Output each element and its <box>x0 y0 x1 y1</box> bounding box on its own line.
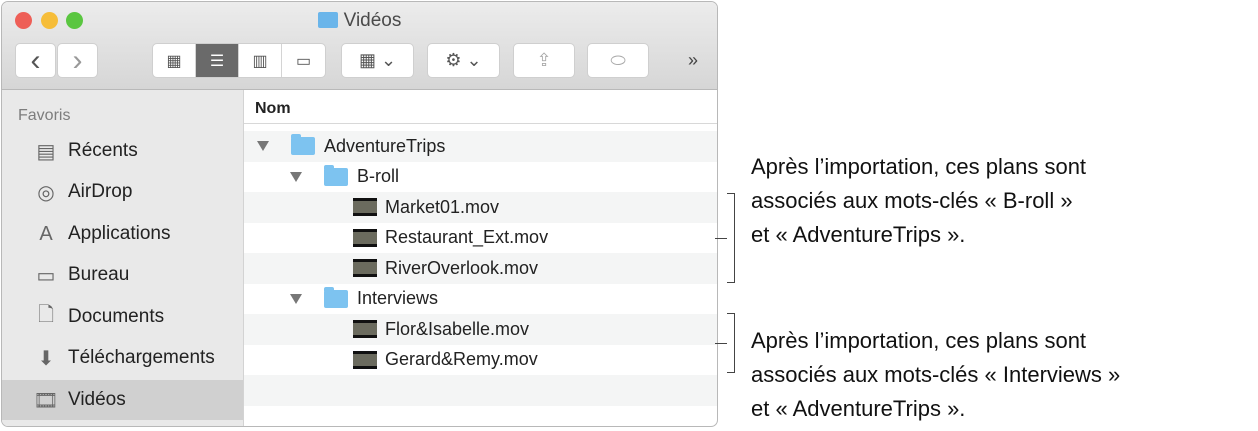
annotation-broll: Après l’importation, ces plans sont asso… <box>751 150 1086 252</box>
bracket-broll <box>715 193 735 283</box>
list-item[interactable]: B-roll <box>244 162 717 193</box>
window-title: Vidéos <box>343 10 402 31</box>
icon-view-button[interactable]: ▦ <box>153 44 196 77</box>
list-item[interactable]: RiverOverlook.mov <box>244 253 717 284</box>
list-item[interactable]: Gerard&Remy.mov <box>244 345 717 376</box>
sidebar-item-desktop[interactable]: ▭ Bureau <box>2 255 243 295</box>
sidebar-heading: Favoris <box>18 107 71 124</box>
more-button[interactable]: » <box>688 50 698 71</box>
annotation-line: et « AdventureTrips ». <box>751 396 966 421</box>
movie-thumbnail-icon <box>353 198 377 217</box>
movie-thumbnail-icon <box>353 320 377 339</box>
disclosure-triangle-icon[interactable] <box>257 141 269 152</box>
file-name: Market01.mov <box>385 196 500 217</box>
share-icon: ⇪ <box>536 50 552 70</box>
tag-button[interactable]: ⬭ <box>587 43 649 78</box>
file-name: RiverOverlook.mov <box>385 257 539 278</box>
folder-icon <box>324 286 348 308</box>
recents-icon: ▤ <box>36 140 56 163</box>
sidebar-item-label: Vidéos <box>68 389 126 410</box>
disclosure-triangle-icon[interactable] <box>290 293 302 304</box>
file-name: Interviews <box>357 288 439 309</box>
folder-icon <box>291 134 315 156</box>
toolbar: Vidéos ‹ › ▦ ☰ ▥ ▭ ▦ ⌄ ⚙ ⌄ ⇪ ⬭ » <box>2 2 717 90</box>
file-name: B-roll <box>357 166 400 187</box>
annotation-line: associés aux mots-clés « B-roll » <box>751 188 1073 213</box>
sidebar-item-downloads[interactable]: ⬇ Téléchargements <box>2 338 243 378</box>
sidebar-item-label: Documents <box>68 306 165 327</box>
sidebar-item-label: Bureau <box>68 264 130 285</box>
list-item[interactable]: Restaurant_Ext.mov <box>244 223 717 254</box>
movie-thumbnail-icon <box>353 228 377 247</box>
file-name: Flor&Isabelle.mov <box>385 318 530 339</box>
movies-icon: 🎞 <box>33 389 59 412</box>
annotation-interviews: Après l’importation, ces plans sont asso… <box>751 324 1120 426</box>
annotation-line: Après l’importation, ces plans sont <box>751 154 1087 179</box>
documents-icon: 🗋 <box>37 304 55 326</box>
file-name: AdventureTrips <box>324 135 446 156</box>
tag-icon: ⬭ <box>610 50 626 70</box>
gallery-view-button[interactable]: ▭ <box>282 44 325 77</box>
movie-thumbnail-icon <box>353 350 377 369</box>
action-button[interactable]: ⚙ ⌄ <box>427 43 500 78</box>
sidebar-item-movies[interactable]: 🎞 Vidéos <box>2 380 243 420</box>
group-button[interactable]: ▦ ⌄ <box>341 43 414 78</box>
sidebar: Favoris ▤ Récents ◎ AirDrop A Applications … <box>2 90 244 426</box>
forward-button[interactable]: › <box>57 43 98 78</box>
annotation-line: et « AdventureTrips ». <box>751 222 966 247</box>
sidebar-item-applications[interactable]: A Applications <box>2 214 243 254</box>
list-item[interactable]: Flor&Isabelle.mov <box>244 314 717 345</box>
back-button[interactable]: ‹ <box>15 43 56 78</box>
chevron-down-icon: ⌄ <box>380 50 397 70</box>
sidebar-item-label: AirDrop <box>68 181 133 202</box>
sidebar-item-recents[interactable]: ▤ Récents <box>2 131 243 171</box>
file-name: Restaurant_Ext.mov <box>385 227 549 248</box>
share-button[interactable]: ⇪ <box>513 43 575 78</box>
file-list: Nom AdventureTrips B-roll Market01.mov Rest… <box>244 90 717 426</box>
list-item[interactable]: AdventureTrips <box>244 131 717 162</box>
column-view-button[interactable]: ▥ <box>239 44 282 77</box>
sidebar-item-label: Récents <box>68 140 138 161</box>
bracket-interviews <box>715 313 735 373</box>
empty-row <box>244 375 717 406</box>
disclosure-triangle-icon[interactable] <box>290 171 302 182</box>
movies-folder-icon <box>317 12 338 28</box>
sidebar-item-label: Applications <box>68 223 171 244</box>
column-header-name[interactable]: Nom <box>244 90 717 124</box>
airdrop-icon: ◎ <box>37 181 55 204</box>
sidebar-item-documents[interactable]: 🗋 Documents <box>2 297 243 337</box>
sidebar-item-airdrop[interactable]: ◎ AirDrop <box>2 172 243 212</box>
desktop-icon: ▭ <box>36 264 56 287</box>
finder-window: Vidéos ‹ › ▦ ☰ ▥ ▭ ▦ ⌄ ⚙ ⌄ ⇪ ⬭ » Favoris… <box>1 1 718 427</box>
list-item[interactable]: Interviews <box>244 284 717 315</box>
sidebar-item-label: Téléchargements <box>68 347 215 368</box>
applications-icon: A <box>39 222 53 245</box>
chevron-down-icon: ⌄ <box>466 50 482 70</box>
annotation-line: associés aux mots-clés « Interviews » <box>751 362 1121 387</box>
list-view-button[interactable]: ☰ <box>196 44 239 77</box>
group-icon: ▦ <box>358 50 376 70</box>
annotation-line: Après l’importation, ces plans sont <box>751 328 1087 353</box>
gear-icon: ⚙ <box>445 50 462 70</box>
view-switcher: ▦ ☰ ▥ ▭ <box>152 43 326 78</box>
list-item[interactable]: Market01.mov <box>244 192 717 223</box>
file-name: Gerard&Remy.mov <box>385 349 538 370</box>
downloads-icon: ⬇ <box>37 347 55 370</box>
movie-thumbnail-icon <box>353 259 377 278</box>
folder-icon <box>324 164 348 186</box>
empty-row <box>244 406 717 427</box>
